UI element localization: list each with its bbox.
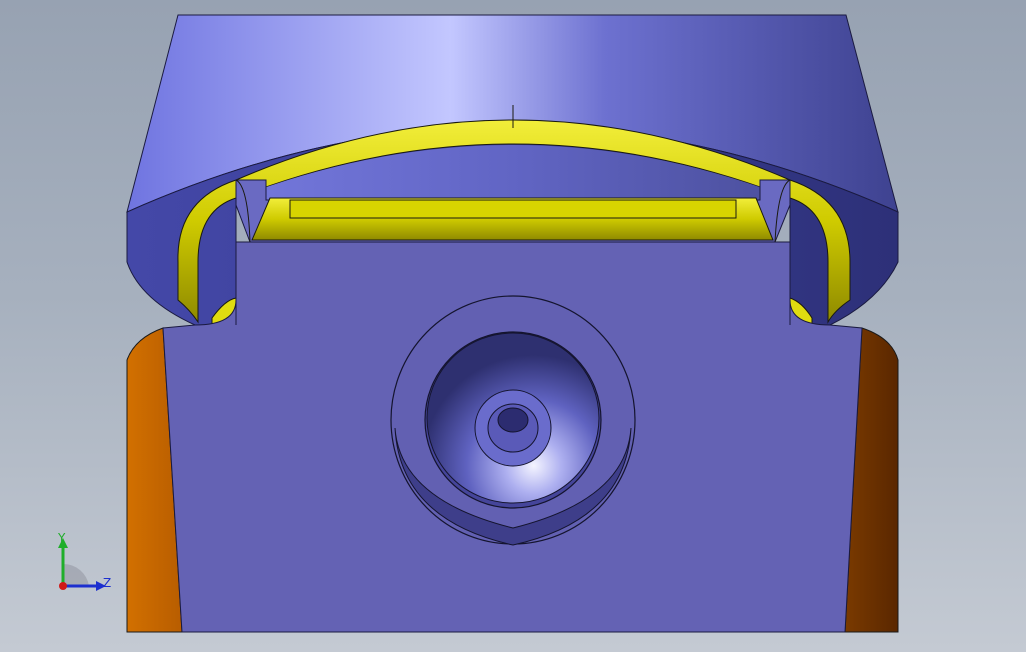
graphics-viewport[interactable]: Y Z <box>0 0 1026 652</box>
counterbore-hole-icon[interactable] <box>390 295 636 546</box>
triad-y-label: Y <box>58 531 66 545</box>
triad-z-label: Z <box>103 576 112 590</box>
orientation-triad: Y Z <box>48 528 128 600</box>
cad-model[interactable] <box>0 0 1026 652</box>
